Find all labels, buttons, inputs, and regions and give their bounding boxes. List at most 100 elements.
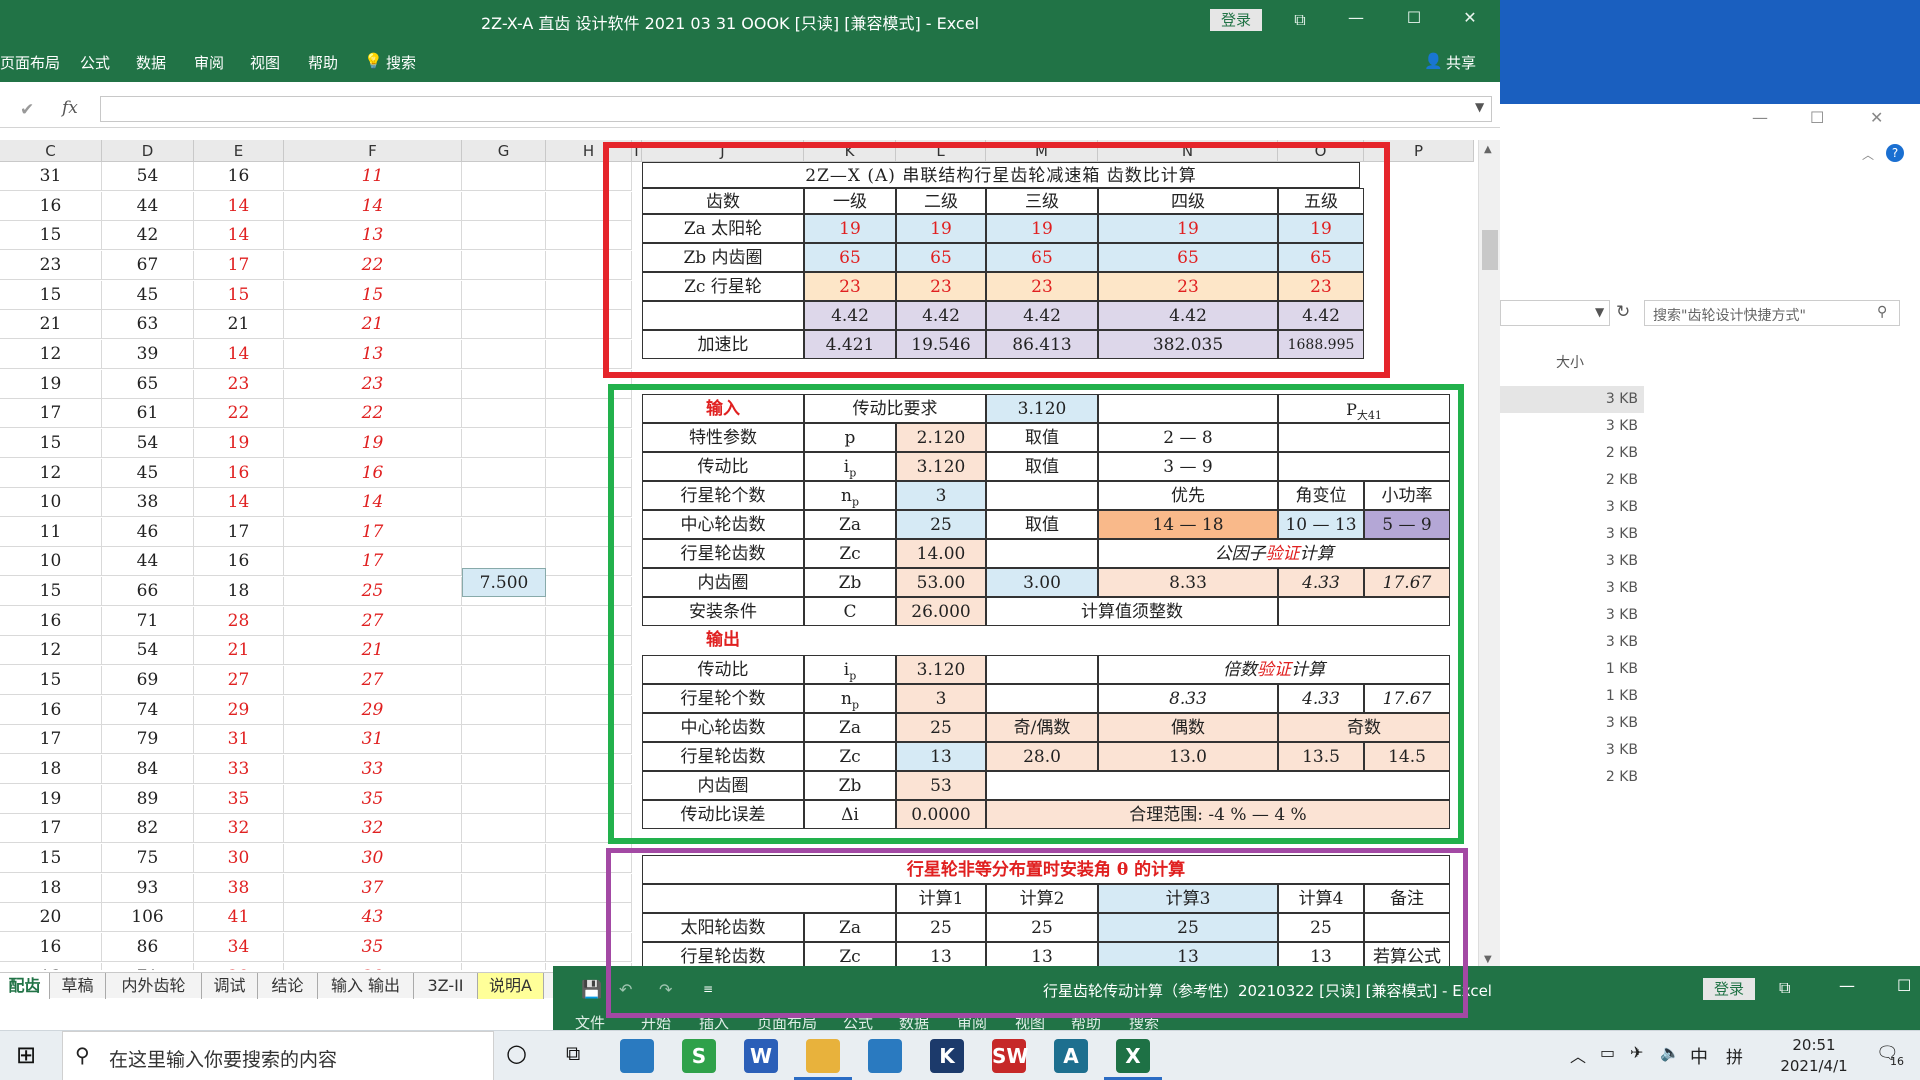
grid-cell[interactable]: 39 <box>102 339 194 369</box>
sun-teeth-symbol[interactable]: Za <box>804 510 896 539</box>
grid-cell[interactable] <box>546 666 632 696</box>
grid-cell[interactable]: 10 <box>0 488 102 518</box>
grid-cell[interactable]: 42 <box>102 221 194 251</box>
grid-cell[interactable]: 79 <box>102 725 194 755</box>
size-column-header[interactable]: 大小 <box>1556 352 1584 372</box>
grid-cell[interactable]: 19 <box>0 784 102 814</box>
fx-icon[interactable]: fx <box>62 98 78 118</box>
grid-cell[interactable] <box>546 547 632 577</box>
grid-cell[interactable]: 29 <box>194 695 284 725</box>
grid-cell[interactable]: 33 <box>194 755 284 784</box>
ratio-head-2[interactable]: 二级 <box>896 188 986 214</box>
grid-cell[interactable] <box>546 725 632 755</box>
tab-data[interactable]: 数据 <box>136 52 166 73</box>
sheet-tab-peichi[interactable]: 配齿 <box>0 973 50 999</box>
ratio-table-title[interactable]: 2Z—X (A) 串联结构行星齿轮减速箱 齿数比计算 <box>642 162 1360 188</box>
grid-cell[interactable] <box>462 695 546 725</box>
range-value[interactable]: 3 — 9 <box>1098 452 1278 481</box>
fish-app-icon[interactable] <box>620 1039 654 1073</box>
folder-icon[interactable] <box>806 1039 840 1073</box>
grid-cell[interactable] <box>546 488 632 518</box>
ratio-value-cell[interactable]: 19.546 <box>896 330 986 359</box>
grid-cell[interactable]: 14 <box>284 191 462 221</box>
sheet-tab-notes[interactable]: 说明A <box>478 973 544 999</box>
grid-cell[interactable]: 65 <box>102 369 194 399</box>
grid-cell[interactable]: 21 <box>284 636 462 666</box>
ratio-value-cell[interactable]: 86.413 <box>986 330 1098 359</box>
out-planet-label[interactable]: 行星轮齿数 <box>642 742 804 771</box>
cf-value-4[interactable]: 17.67 <box>1364 568 1450 597</box>
grid-cell[interactable]: 32 <box>284 814 462 844</box>
grid-cell[interactable] <box>462 843 546 873</box>
grid-cell[interactable]: 43 <box>284 903 462 933</box>
file-size[interactable]: 3 KB <box>1500 548 1644 575</box>
grid-cell[interactable] <box>462 399 546 429</box>
grid-cell[interactable]: 15 <box>284 280 462 310</box>
range-value[interactable]: 2 — 8 <box>1098 423 1278 452</box>
grid-cell[interactable]: 13 <box>284 221 462 251</box>
grid-cell[interactable] <box>546 517 632 547</box>
grid-cell[interactable]: 45 <box>102 280 194 310</box>
g-value-cell[interactable]: 7.500 <box>462 568 546 597</box>
grid-cell[interactable]: 28 <box>194 606 284 636</box>
file-size[interactable]: 1 KB <box>1500 683 1644 710</box>
col-header-j[interactable]: J <box>642 140 804 162</box>
grid-cell[interactable] <box>546 903 632 933</box>
grid-cell[interactable]: 16 <box>0 191 102 221</box>
grid-cell[interactable] <box>546 191 632 221</box>
grid-cell[interactable]: 22 <box>194 399 284 429</box>
grid-cell[interactable]: 106 <box>102 903 194 933</box>
grid-cell[interactable] <box>462 221 546 251</box>
second-maximize-icon[interactable]: ☐ <box>1897 976 1911 995</box>
grid-cell[interactable]: 12 <box>0 636 102 666</box>
grid-cell[interactable]: 35 <box>284 932 462 962</box>
grid-cell[interactable]: 16 <box>0 932 102 962</box>
second-minimize-icon[interactable]: — <box>1839 976 1855 995</box>
angle-sun-v4[interactable]: 25 <box>1278 913 1364 942</box>
even-label[interactable]: 偶数 <box>1098 713 1278 742</box>
grid-cell[interactable]: 69 <box>102 666 194 696</box>
taskbar-search-box[interactable]: ⚲ 在这里输入你要搜索的内容 <box>62 1031 494 1080</box>
ratio-value-cell[interactable]: 65 <box>896 243 986 272</box>
grid-cell[interactable]: 19 <box>194 428 284 458</box>
sheet-tab-draft[interactable]: 草稿 <box>50 973 106 999</box>
grid-cell[interactable]: 82 <box>102 814 194 844</box>
redo-icon[interactable]: ↷ <box>659 980 672 999</box>
oe-value-3[interactable]: 13.5 <box>1278 742 1364 771</box>
col-header-l[interactable]: L <box>896 140 986 162</box>
grid-cell[interactable]: 35 <box>194 784 284 814</box>
angle-sun-label[interactable]: 太阳轮齿数 <box>642 913 804 942</box>
network-icon[interactable]: ✈ <box>1630 1043 1643 1062</box>
grid-cell[interactable] <box>462 458 546 488</box>
param-symbol[interactable]: p <box>804 423 896 452</box>
grid-cell[interactable]: 15 <box>0 221 102 251</box>
ratio-head-teeth[interactable]: 齿数 <box>642 188 804 214</box>
grid-cell[interactable]: 14 <box>194 221 284 251</box>
oe-value-1[interactable]: 28.0 <box>986 742 1098 771</box>
grid-cell[interactable] <box>546 932 632 962</box>
angle-sun-v2[interactable]: 25 <box>986 913 1098 942</box>
cortana-icon[interactable]: ○ <box>506 1039 527 1067</box>
calc4-header[interactable]: 计算4 <box>1278 884 1364 913</box>
ratio-label[interactable]: 传动比 <box>642 452 804 481</box>
grid-cell[interactable]: 63 <box>102 310 194 340</box>
cf-value-1[interactable]: 3.00 <box>986 568 1098 597</box>
low-power-label[interactable]: 小功率 <box>1364 481 1450 510</box>
minimize-icon[interactable]: — <box>1336 8 1376 27</box>
grid-cell[interactable]: 46 <box>102 517 194 547</box>
grid-cell[interactable]: 31 <box>0 162 102 191</box>
fish2-app-icon[interactable] <box>868 1039 902 1073</box>
grid-cell[interactable]: 17 <box>0 399 102 429</box>
k-app-icon[interactable]: K <box>930 1039 964 1073</box>
expand-formula-icon[interactable]: ▼ <box>1475 100 1484 114</box>
low-power-range[interactable]: 5 — 9 <box>1364 510 1450 539</box>
grid-cell[interactable]: 29 <box>284 962 462 970</box>
ratio-value-cell[interactable]: 19 <box>896 214 986 243</box>
grid-cell[interactable]: 18 <box>0 755 102 784</box>
ratio-requirement-value[interactable]: 3.120 <box>986 394 1098 423</box>
save-icon[interactable]: 💾 <box>581 980 602 1000</box>
file-size[interactable]: 3 KB <box>1500 602 1644 629</box>
second-tab-view[interactable]: 视图 <box>1015 1012 1045 1030</box>
grid-cell[interactable]: 29 <box>194 962 284 970</box>
ratio-value-cell[interactable]: 382.035 <box>1098 330 1278 359</box>
